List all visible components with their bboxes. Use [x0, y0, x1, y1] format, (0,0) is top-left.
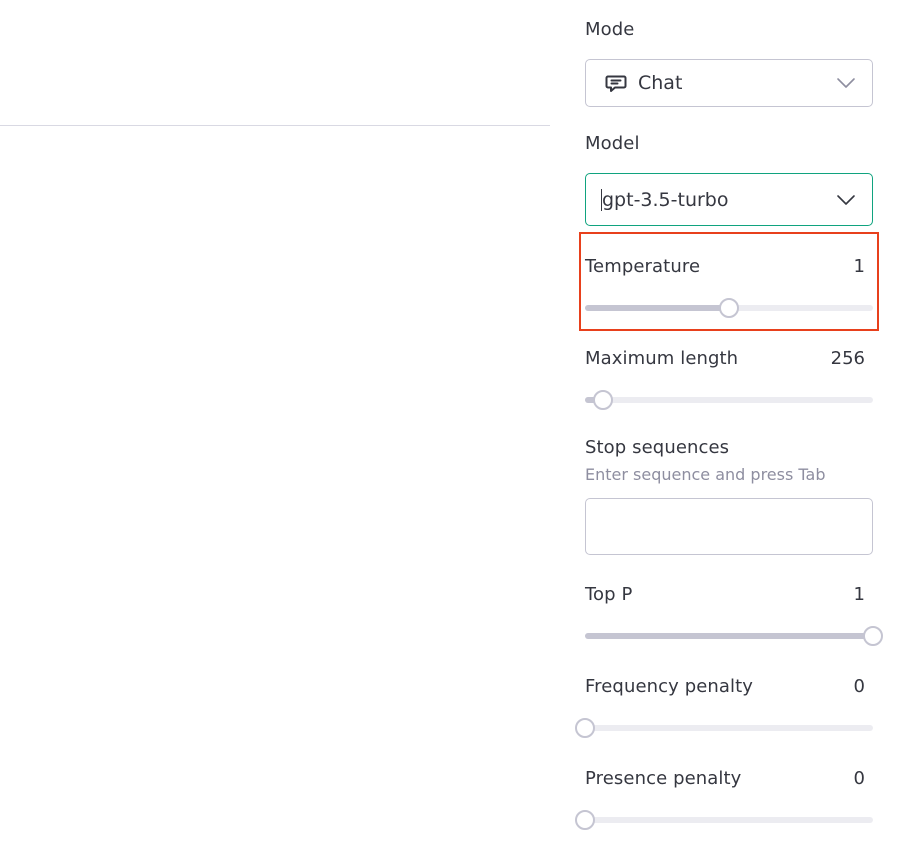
temperature-slider[interactable] [585, 298, 873, 318]
temperature-row: Temperature 1 [585, 256, 865, 277]
stop-sequences-input[interactable] [585, 498, 873, 555]
temperature-label: Temperature [585, 256, 701, 277]
frequency-penalty-slider[interactable] [575, 718, 873, 738]
top-p-slider[interactable] [585, 626, 883, 646]
stop-sequences-hint: Enter sequence and press Tab [585, 465, 826, 484]
maximum-length-slider[interactable] [585, 390, 873, 410]
maximum-length-value[interactable]: 256 [831, 348, 865, 369]
slider-thumb[interactable] [575, 718, 595, 738]
slider-track [585, 397, 873, 403]
slider-fill [585, 633, 873, 639]
frequency-penalty-row: Frequency penalty 0 [585, 676, 865, 697]
presence-penalty-value[interactable]: 0 [854, 768, 865, 789]
slider-track [585, 725, 873, 731]
chat-bubble-icon [604, 71, 628, 95]
slider-track [585, 817, 873, 823]
frequency-penalty-label: Frequency penalty [585, 676, 754, 697]
maximum-length-label: Maximum length [585, 348, 739, 369]
chevron-down-icon [837, 194, 855, 205]
maximum-length-row: Maximum length 256 [585, 348, 865, 369]
model-label: Model [585, 133, 640, 154]
main-area [0, 0, 550, 851]
presence-penalty-row: Presence penalty 0 [585, 768, 865, 789]
model-value: gpt-3.5-turbo [602, 188, 729, 211]
main-divider [0, 125, 550, 126]
presence-penalty-label: Presence penalty [585, 768, 742, 789]
mode-label: Mode [585, 19, 635, 40]
slider-thumb[interactable] [575, 810, 595, 830]
model-select[interactable]: gpt-3.5-turbo [585, 173, 873, 226]
top-p-label: Top P [585, 584, 633, 605]
mode-value: Chat [638, 72, 683, 94]
top-p-value[interactable]: 1 [854, 584, 865, 605]
presence-penalty-slider[interactable] [575, 810, 873, 830]
slider-thumb[interactable] [593, 390, 613, 410]
mode-select[interactable]: Chat [585, 59, 873, 107]
stop-sequences-label: Stop sequences [585, 437, 730, 458]
temperature-value[interactable]: 1 [854, 256, 865, 277]
top-p-row: Top P 1 [585, 584, 865, 605]
slider-thumb[interactable] [863, 626, 883, 646]
frequency-penalty-value[interactable]: 0 [854, 676, 865, 697]
slider-thumb[interactable] [719, 298, 739, 318]
slider-fill [585, 305, 729, 311]
chevron-down-icon [837, 78, 855, 88]
